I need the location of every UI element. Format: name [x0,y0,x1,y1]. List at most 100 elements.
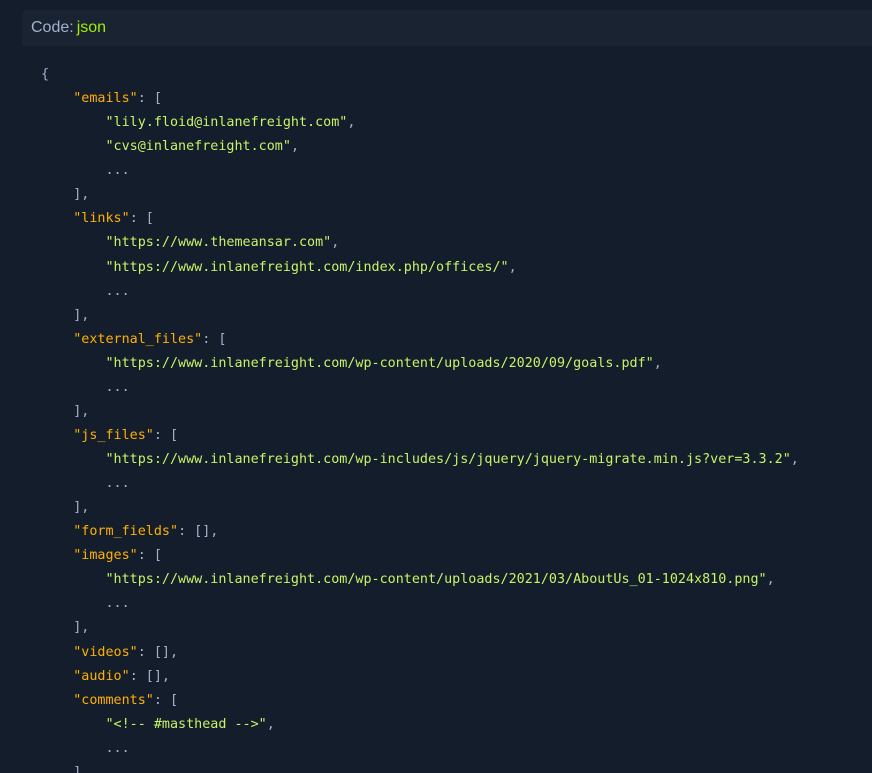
code-line: "audio": [], [41,665,872,689]
json-punctuation [41,139,106,154]
json-punctuation [41,717,106,732]
json-key: "videos" [73,644,138,660]
json-punctuation: ] [41,764,82,773]
code-line: "links": [ [41,207,872,231]
json-punctuation: ... [41,476,130,492]
json-punctuation: : [ [137,548,162,564]
code-line: ... [41,592,872,616]
json-string: "lily.floid@inlanefreight.com" [105,115,348,131]
json-punctuation: ... [41,283,130,299]
code-line: "videos": [], [41,641,872,665]
json-punctuation: ], [41,620,90,636]
json-punctuation [41,572,106,587]
json-key: "external_files" [73,331,203,347]
json-punctuation: : [], [137,644,179,660]
json-punctuation [41,452,106,467]
code-line: ... [41,737,872,761]
json-punctuation [41,693,73,708]
code-line: "lily.floid@inlanefreight.com", [41,111,872,135]
json-key: "images" [73,548,138,564]
json-punctuation: ], [41,403,90,419]
json-punctuation: ], [41,500,90,516]
code-line: ], [41,496,872,520]
json-punctuation: : [], [178,524,219,540]
json-punctuation [41,91,73,106]
json-punctuation: , [266,716,275,732]
json-punctuation [41,235,106,250]
code-body[interactable]: { "emails": [ "lily.floid@inlanefreight.… [22,47,872,773]
code-line: "<!-- #masthead -->", [41,713,872,737]
code-line: "js_files": [ [41,424,872,448]
json-punctuation: , [508,259,517,275]
json-punctuation: , [766,572,775,588]
json-punctuation [41,428,73,443]
code-line: { [41,63,872,87]
code-line: ], [41,183,872,207]
code-language: json [76,19,107,36]
json-key: "js_files" [73,427,154,443]
json-punctuation [41,524,73,539]
code-block: Code: json { "emails": [ "lily.floid@inl… [22,10,872,773]
json-string: "https://www.inlanefreight.com/wp-includ… [105,452,791,467]
json-string: "<!-- #masthead -->" [105,716,267,732]
json-string: "https://www.inlanefreight.com/wp-conten… [105,355,654,371]
code-line: "https://www.inlanefreight.com/wp-conten… [41,352,872,376]
json-punctuation: ... [41,740,130,756]
json-key: "comments" [73,692,154,708]
json-punctuation [41,211,73,226]
json-key: "audio" [73,668,130,684]
json-punctuation: , [653,355,662,371]
json-punctuation: : [ [129,211,154,227]
json-string: "cvs@inlanefreight.com" [105,139,291,155]
json-punctuation: , [790,452,799,467]
code-line: "https://www.inlanefreight.com/index.php… [41,256,872,280]
code-line: "https://www.inlanefreight.com/wp-includ… [41,448,872,472]
json-punctuation: : [ [153,692,179,708]
code-content[interactable]: { "emails": [ "lily.floid@inlanefreight.… [41,63,872,773]
code-line: ], [41,304,872,328]
code-line: "form_fields": [], [41,520,872,544]
code-line: "external_files": [ [41,328,872,352]
code-line: ], [41,400,872,424]
code-line: "cvs@inlanefreight.com", [41,135,872,159]
json-punctuation: : [ [137,91,162,107]
json-punctuation: { [41,67,50,82]
json-punctuation: ], [41,187,90,203]
json-punctuation: : [], [129,668,170,684]
code-line: "images": [ [41,544,872,568]
json-punctuation: ... [41,163,130,179]
json-key: "links" [73,211,130,227]
json-punctuation [41,332,73,347]
json-punctuation [41,356,106,371]
json-string: "https://www.inlanefreight.com/index.php… [105,259,509,275]
code-label: Code: [31,19,74,36]
code-line: ] [41,761,872,773]
json-punctuation [41,548,73,563]
json-key: "form_fields" [73,524,179,540]
json-punctuation: ], [41,307,90,323]
code-line: "https://www.themeansar.com", [41,231,872,255]
code-line: "emails": [ [41,87,872,111]
code-line: ], [41,616,872,640]
json-punctuation: : [ [153,427,179,443]
code-header: Code: json [22,10,872,47]
json-key: "emails" [73,91,138,107]
json-punctuation: ... [41,596,130,612]
code-line: ... [41,472,872,496]
json-punctuation [41,115,106,130]
json-punctuation: ... [41,379,130,395]
json-punctuation [41,669,73,684]
code-line: ... [41,280,872,304]
json-punctuation: , [331,235,340,251]
json-punctuation: , [290,139,299,155]
code-line: "comments": [ [41,689,872,713]
json-string: "https://www.themeansar.com" [105,235,332,251]
code-line: ... [41,159,872,183]
code-line: "https://www.inlanefreight.com/wp-conten… [41,568,872,592]
json-punctuation: , [347,115,356,131]
json-string: "https://www.inlanefreight.com/wp-conten… [105,572,767,588]
json-punctuation [41,645,73,660]
json-punctuation: : [ [202,331,227,347]
json-punctuation [41,260,106,275]
code-line: ... [41,376,872,400]
